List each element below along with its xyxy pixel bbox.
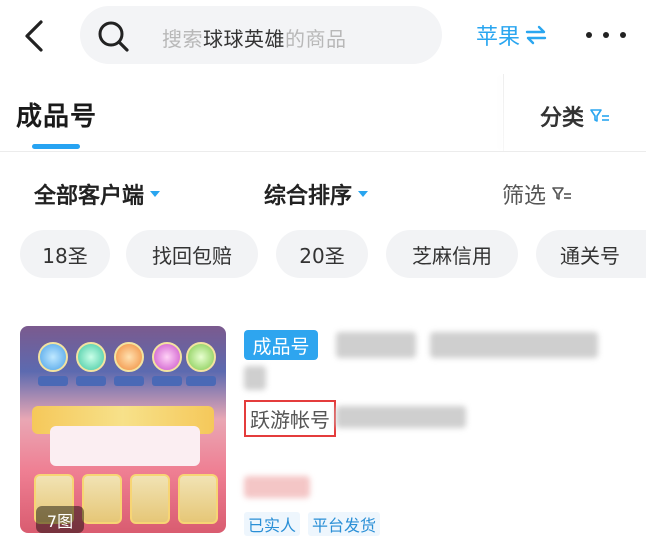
level-bar	[76, 376, 106, 386]
listing-card[interactable]: 7图 成品号 跃游帐号 已实人 平台发货	[20, 326, 646, 536]
sort-label: 综合排序	[264, 184, 353, 209]
more-dot-icon	[586, 32, 592, 38]
filter-icon	[552, 187, 572, 200]
more-dot-icon	[620, 32, 626, 38]
active-tab-indicator	[32, 144, 80, 149]
redacted-account-info	[336, 406, 466, 428]
level-bar	[186, 376, 216, 386]
chevron-left-icon	[25, 20, 43, 52]
tag-verified: 已实人	[244, 512, 301, 536]
redacted-title	[430, 332, 598, 358]
chip-recovery-guarantee[interactable]: 找回包赔	[126, 230, 258, 278]
caret-down-icon	[150, 191, 161, 197]
tabs-row: 成品号 分类	[0, 74, 646, 152]
sort-dropdown[interactable]: 综合排序	[264, 178, 369, 210]
game-card-image	[130, 474, 170, 524]
search-placeholder: 搜索球球英雄的商品	[162, 23, 347, 52]
listing-thumbnail[interactable]: 7图	[20, 326, 226, 533]
category-button[interactable]: 分类	[540, 100, 610, 132]
search-prefix: 搜索	[162, 27, 203, 51]
quick-filter-chips: 18圣 找回包赔 20圣 芝麻信用 通关号	[0, 230, 646, 278]
image-count-badge: 7图	[36, 506, 84, 533]
tag-platform-delivery: 平台发货	[308, 512, 381, 536]
platform-label: 苹果	[476, 25, 521, 50]
game-orb-image	[152, 342, 182, 372]
redacted-price	[244, 476, 310, 498]
search-keyword: 球球英雄	[203, 27, 285, 51]
tab-finished-accounts[interactable]: 成品号	[16, 96, 97, 133]
listing-type-badge: 成品号	[244, 330, 318, 360]
platform-switch[interactable]: 苹果	[476, 18, 548, 52]
filter-row: 全部客户端 综合排序 筛选	[0, 172, 646, 216]
level-bar	[114, 376, 144, 386]
game-orb-image	[38, 342, 68, 372]
filter-button[interactable]: 筛选	[502, 178, 572, 210]
chip-cleared-account[interactable]: 通关号	[536, 230, 646, 278]
filter-label: 筛选	[502, 184, 547, 209]
more-dot-icon	[603, 32, 609, 38]
search-icon	[98, 21, 129, 52]
game-card-image	[178, 474, 218, 524]
redacted-title	[336, 332, 416, 358]
account-type-label: 跃游帐号	[244, 400, 336, 437]
more-menu-button[interactable]	[586, 20, 626, 50]
level-bar	[38, 376, 68, 386]
game-stats-panel	[50, 426, 200, 466]
client-label: 全部客户端	[34, 184, 145, 209]
top-bar: 搜索球球英雄的商品 苹果	[0, 0, 646, 72]
chip-20-saint[interactable]: 20圣	[276, 230, 368, 278]
game-orb-image	[186, 342, 216, 372]
game-card-image	[82, 474, 122, 524]
game-orb-image	[114, 342, 144, 372]
search-suffix: 的商品	[285, 27, 347, 51]
search-input[interactable]: 搜索球球英雄的商品	[80, 6, 442, 64]
category-label: 分类	[540, 106, 585, 131]
chip-sesame-credit[interactable]: 芝麻信用	[386, 230, 518, 278]
chip-18-saint[interactable]: 18圣	[20, 230, 110, 278]
game-orb-image	[76, 342, 106, 372]
redacted-title	[244, 366, 266, 390]
level-bar	[152, 376, 182, 386]
swap-icon	[525, 25, 547, 45]
client-dropdown[interactable]: 全部客户端	[34, 178, 161, 210]
back-button[interactable]	[14, 14, 54, 58]
caret-down-icon	[358, 191, 369, 197]
divider	[503, 74, 504, 151]
category-filter-icon	[590, 109, 610, 122]
